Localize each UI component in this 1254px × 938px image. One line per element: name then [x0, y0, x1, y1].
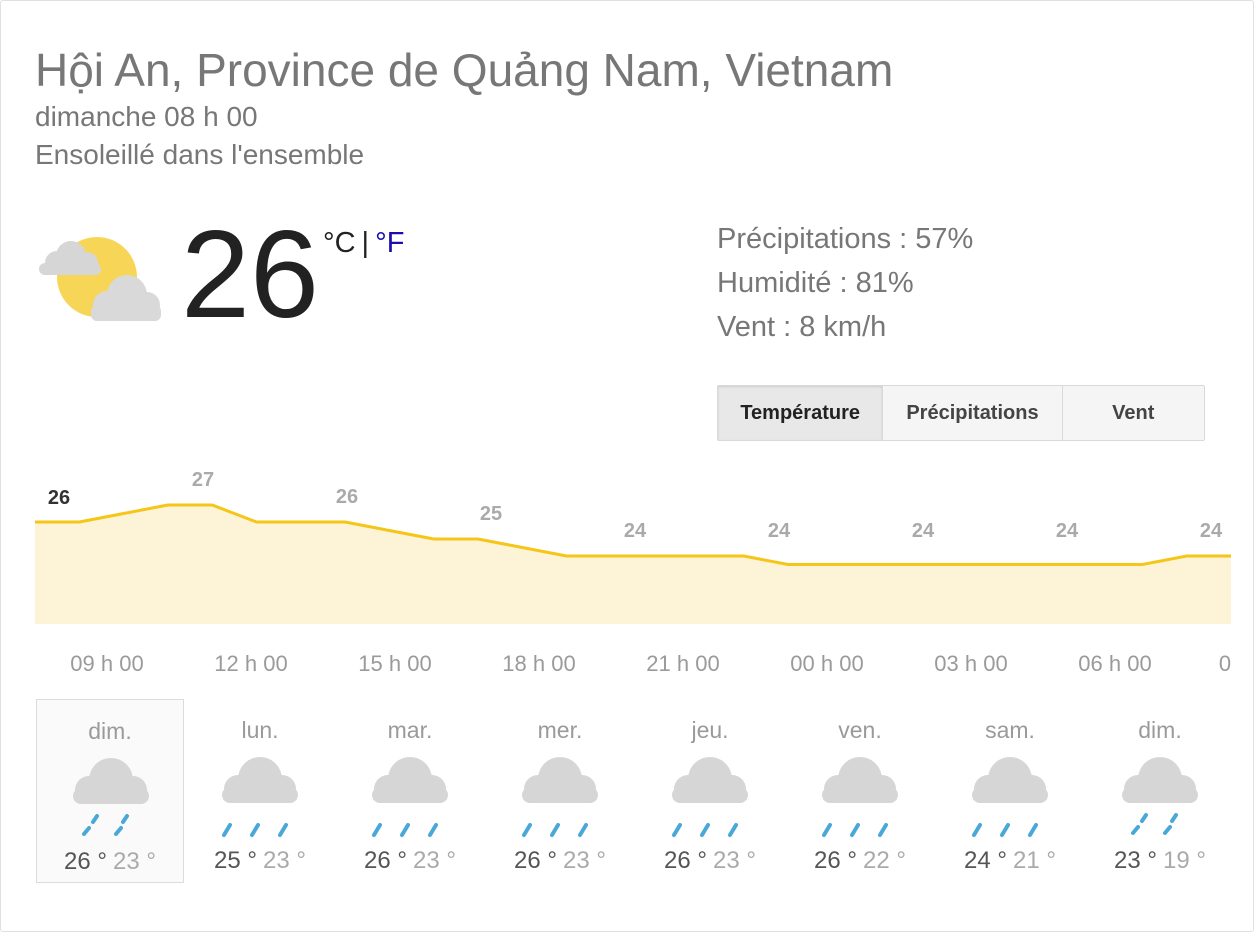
- high-temperature: 26 °: [514, 847, 557, 874]
- temperature-chart: 26 27 26 25 24 24 24 24 24: [35, 469, 1231, 624]
- hour-label: 18 h 00: [502, 651, 576, 676]
- temperature-label: 24: [1200, 520, 1223, 542]
- forecast-day[interactable]: jeu. 26 ° 23 °: [636, 699, 784, 883]
- location-title: Hội An, Province de Quảng Nam, Vietnam: [35, 44, 894, 96]
- forecast-day[interactable]: dim. 23 ° 19 °: [1086, 699, 1234, 883]
- low-temperature: 23 °: [413, 847, 456, 874]
- tab-precipitation[interactable]: Précipitations: [883, 386, 1063, 440]
- forecast-day[interactable]: dim. 26 ° 23 °: [36, 699, 184, 883]
- day-temperatures: 23 ° 19 °: [1086, 847, 1234, 875]
- day-temperatures: 26 ° 23 °: [336, 847, 484, 875]
- low-temperature: 23 °: [563, 847, 606, 874]
- day-temperatures: 26 ° 23 °: [636, 847, 784, 875]
- high-temperature: 26 °: [64, 848, 107, 875]
- temperature-label: 26: [336, 486, 358, 508]
- high-temperature: 26 °: [664, 847, 707, 874]
- day-temperatures: 24 ° 21 °: [936, 847, 1084, 875]
- temperature-label: 24: [624, 520, 647, 542]
- hour-label: 0: [1218, 651, 1232, 676]
- temperature-label: 24: [768, 520, 791, 542]
- hour-label: 03 h 00: [934, 651, 1008, 676]
- high-temperature: 23 °: [1114, 847, 1157, 874]
- day-temperatures: 26 ° 22 °: [786, 847, 934, 875]
- light-rain-icon: [67, 752, 155, 847]
- low-temperature: 19 °: [1163, 847, 1206, 874]
- tab-temperature[interactable]: Température: [718, 386, 884, 440]
- day-name: mer.: [537, 717, 583, 743]
- rain-icon: [516, 751, 604, 846]
- fahrenheit-link[interactable]: °F: [375, 227, 404, 259]
- day-name: mar.: [387, 717, 433, 743]
- condition-text: Ensoleillé dans l'ensemble: [35, 139, 365, 170]
- day-name: ven.: [838, 717, 882, 743]
- high-temperature: 26 °: [814, 847, 857, 874]
- high-temperature: 26 °: [364, 847, 407, 874]
- hour-label: 00 h 00: [790, 651, 864, 676]
- temperature-label: 24: [1056, 520, 1079, 542]
- celsius-unit: °C: [323, 227, 356, 259]
- hour-label: 21 h 00: [646, 651, 720, 676]
- hour-label: 09 h 00: [70, 651, 144, 676]
- rain-icon: [666, 751, 754, 846]
- high-temperature: 24 °: [964, 847, 1007, 874]
- forecast-day[interactable]: ven. 26 ° 22 °: [786, 699, 934, 883]
- precipitation-stat: Précipitations : 57%: [717, 223, 974, 255]
- humidity-stat: Humidité : 81%: [717, 267, 914, 299]
- forecast-day[interactable]: mar. 26 ° 23 °: [336, 699, 484, 883]
- day-temperatures: 25 ° 23 °: [186, 847, 334, 875]
- temperature-label: 24: [912, 520, 935, 542]
- rain-icon: [366, 751, 454, 846]
- day-temperatures: 26 ° 23 °: [37, 848, 183, 876]
- temperature-label: 27: [192, 469, 214, 491]
- day-name: dim.: [1138, 717, 1182, 743]
- forecast-day[interactable]: sam. 24 ° 21 °: [936, 699, 1084, 883]
- hour-label: 15 h 00: [358, 651, 432, 676]
- chart-tabs: Température Précipitations Vent: [717, 385, 1205, 441]
- day-name: sam.: [985, 717, 1035, 743]
- wind-stat: Vent : 8 km/h: [717, 311, 887, 343]
- hour-label: 06 h 00: [1078, 651, 1152, 676]
- temperature-label: 26: [48, 487, 70, 509]
- weather-card: Hội An, Province de Quảng Nam, Vietnam d…: [0, 0, 1254, 932]
- partly-cloudy-icon: [35, 231, 165, 326]
- low-temperature: 22 °: [863, 847, 906, 874]
- tab-wind[interactable]: Vent: [1062, 386, 1205, 440]
- rain-icon: [816, 751, 904, 846]
- current-temperature: 26: [181, 206, 319, 344]
- datetime-text: dimanche 08 h 00: [35, 101, 258, 132]
- hour-label: 12 h 00: [214, 651, 288, 676]
- high-temperature: 25 °: [214, 847, 257, 874]
- day-temperatures: 26 ° 23 °: [486, 847, 634, 875]
- rain-icon: [216, 751, 304, 846]
- forecast-day[interactable]: lun. 25 ° 23 °: [186, 699, 334, 883]
- low-temperature: 23 °: [713, 847, 756, 874]
- low-temperature: 23 °: [113, 848, 156, 875]
- rain-icon: [966, 751, 1054, 846]
- temperature-label: 25: [480, 503, 502, 525]
- day-name: jeu.: [691, 717, 729, 743]
- forecast-day[interactable]: mer. 26 ° 23 °: [486, 699, 634, 883]
- day-name: lun.: [241, 717, 279, 743]
- unit-separator: |: [361, 227, 370, 259]
- low-temperature: 23 °: [263, 847, 306, 874]
- unit-switcher: °C | °F: [323, 227, 404, 260]
- low-temperature: 21 °: [1013, 847, 1056, 874]
- light-rain-icon: [1116, 751, 1204, 846]
- day-name: dim.: [88, 718, 132, 744]
